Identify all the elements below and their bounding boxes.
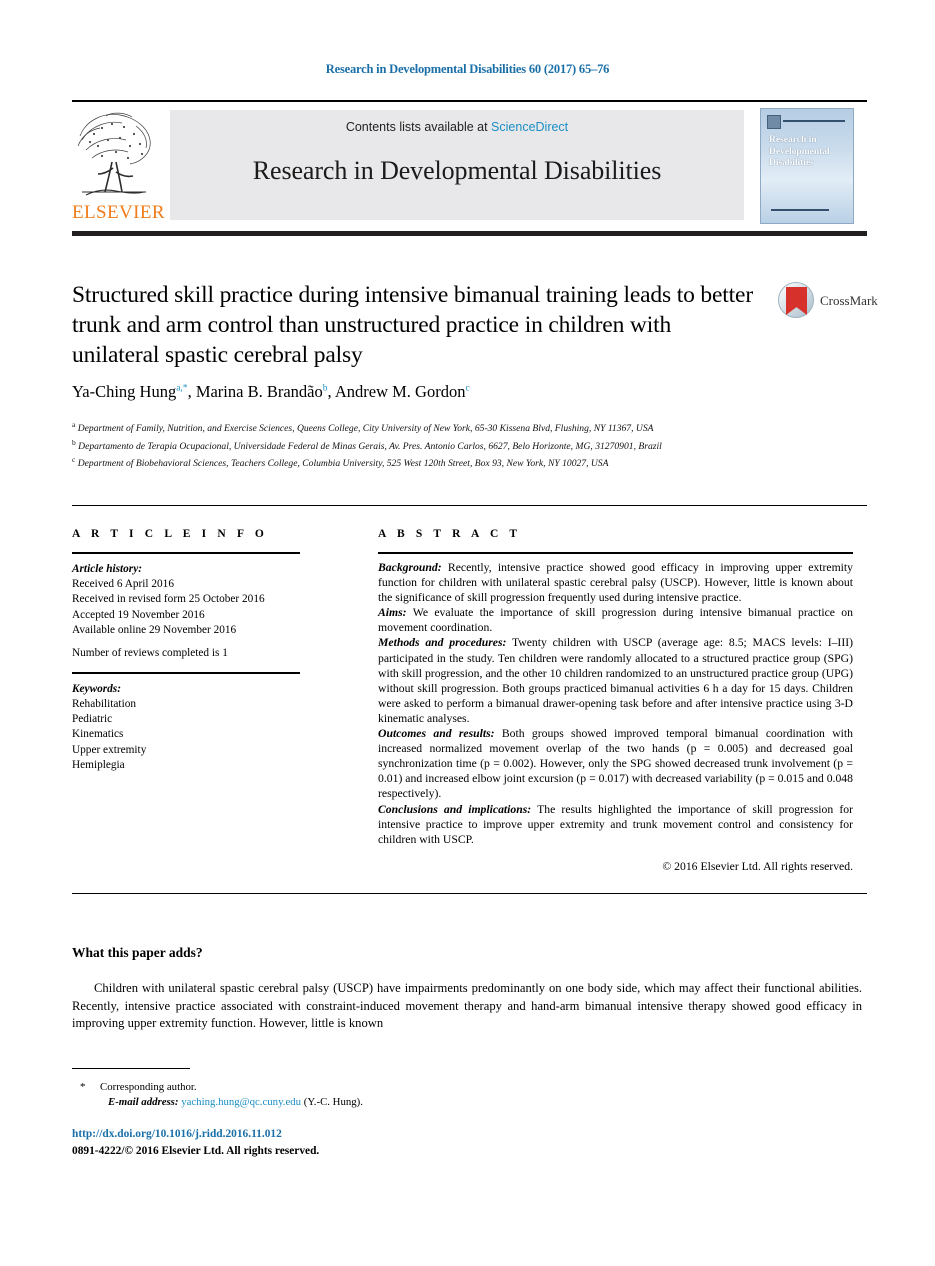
email-address-label: E-mail address: bbox=[108, 1096, 179, 1108]
crossmark-bookmark-shape bbox=[786, 287, 807, 315]
cover-top-rule bbox=[783, 120, 845, 122]
crossmark-label: CrossMark bbox=[820, 293, 878, 308]
affiliation-marker: c bbox=[72, 455, 76, 465]
journal-cover-thumbnail[interactable]: Research in Developmental Disabilities bbox=[760, 108, 854, 224]
elsevier-logo: ELSEVIER bbox=[72, 106, 165, 224]
article-info-underline bbox=[72, 552, 300, 554]
affiliation-row: a Department of Family, Nutrition, and E… bbox=[72, 418, 862, 436]
affiliation-marker: b bbox=[72, 437, 76, 447]
footnote-rule bbox=[72, 1068, 190, 1070]
affiliation-text: Department of Family, Nutrition, and Exe… bbox=[77, 423, 654, 435]
paper-page: Research in Developmental Disabilities 6… bbox=[0, 0, 935, 1266]
email-address-link[interactable]: yaching.hung@qc.cuny.edu bbox=[181, 1096, 301, 1108]
affiliation-text: Departamento de Terapia Ocupacional, Uni… bbox=[78, 440, 662, 452]
abstract-methods-label: Methods and procedures: bbox=[378, 636, 507, 650]
article-history-revised: Received in revised form 25 October 2016 bbox=[72, 593, 265, 606]
email-owner: (Y.-C. Hung). bbox=[303, 1096, 363, 1108]
keywords-divider bbox=[72, 672, 300, 674]
doi-link[interactable]: http://dx.doi.org/10.1016/j.ridd.2016.11… bbox=[72, 1128, 282, 1140]
abstract-methods-text: Twenty children with USCP (average age: … bbox=[378, 636, 854, 725]
cover-title-text: Research in Developmental Disabilities bbox=[769, 135, 830, 168]
crossmark-icon bbox=[778, 282, 814, 318]
keyword-item: Rehabilitation bbox=[72, 698, 137, 711]
what-this-paper-adds-body: Children with unilateral spastic cerebra… bbox=[72, 981, 862, 1031]
abstract-conclusions-label: Conclusions and implications: bbox=[378, 802, 532, 816]
article-history-online: Available online 29 November 2016 bbox=[72, 623, 237, 636]
affiliation-row: c Department of Biobehavioral Sciences, … bbox=[72, 453, 862, 471]
abstract-methods-paragraph: Methods and procedures: Twenty children … bbox=[378, 635, 853, 726]
affiliation-row: b Departamento de Terapia Ocupacional, U… bbox=[72, 436, 862, 454]
abstract-conclusions-paragraph: Conclusions and implications: The result… bbox=[378, 802, 853, 847]
abstract-aims-paragraph: Aims: We evaluate the importance of skil… bbox=[378, 605, 853, 635]
page-title: Structured skill practice during intensi… bbox=[72, 282, 754, 368]
abstract-body: Background: Recently, intensive practice… bbox=[378, 560, 853, 847]
corresponding-author-label: Corresponding author. bbox=[100, 1081, 197, 1093]
article-info-heading: A R T I C L E I N F O bbox=[72, 528, 268, 540]
affiliation-marker: a bbox=[72, 420, 76, 429]
article-info-column: Article history: Received 6 April 2016 R… bbox=[72, 562, 312, 773]
sciencedirect-link[interactable]: ScienceDirect bbox=[491, 120, 568, 134]
abstract-aims-text: We evaluate the importance of skill prog… bbox=[378, 606, 853, 635]
affiliation-list: a Department of Family, Nutrition, and E… bbox=[72, 418, 862, 471]
abstract-underline bbox=[378, 552, 853, 554]
info-abstract-bottom-rule bbox=[72, 893, 867, 895]
issn-copyright-line: 0891-4222/© 2016 Elsevier Ltd. All right… bbox=[72, 1145, 320, 1157]
what-this-paper-adds-heading: What this paper adds? bbox=[72, 945, 203, 960]
abstract-background-text: Recently, intensive practice showed good… bbox=[378, 561, 853, 605]
article-history-received: Received 6 April 2016 bbox=[72, 578, 174, 591]
elsevier-tree-icon bbox=[77, 112, 151, 196]
abstract-outcomes-label: Outcomes and results: bbox=[378, 727, 495, 741]
keyword-item: Pediatric bbox=[72, 713, 113, 726]
keyword-item: Hemiplegia bbox=[72, 758, 125, 771]
elsevier-wordmark: ELSEVIER bbox=[72, 202, 165, 223]
author-list: Ya-Ching Hunga,*, Marina B. Brandãob, An… bbox=[72, 382, 470, 401]
contents-available-line: Contents lists available at ScienceDirec… bbox=[170, 120, 744, 134]
article-history-accepted: Accepted 19 November 2016 bbox=[72, 608, 205, 621]
affiliation-text: Department of Biobehavioral Sciences, Te… bbox=[77, 458, 609, 470]
cover-bottom-rule bbox=[771, 209, 829, 211]
email-line: E-mail address: yaching.hung@qc.cuny.edu… bbox=[108, 1095, 680, 1110]
cover-emblem-icon bbox=[767, 115, 781, 129]
running-head: Research in Developmental Disabilities 6… bbox=[325, 62, 610, 76]
abstract-copyright: © 2016 Elsevier Ltd. All rights reserved… bbox=[662, 860, 853, 873]
abstract-heading: A B S T R A C T bbox=[378, 528, 522, 540]
keyword-item: Kinematics bbox=[72, 728, 124, 741]
corresponding-author-note: * Corresponding author. E-mail address: … bbox=[80, 1080, 680, 1110]
abstract-background-paragraph: Background: Recently, intensive practice… bbox=[378, 560, 853, 605]
masthead-panel: Contents lists available at ScienceDirec… bbox=[170, 110, 744, 220]
reviews-completed-note: Number of reviews completed is 1 bbox=[72, 647, 228, 660]
masthead-bottom-rule bbox=[72, 231, 867, 236]
keyword-item: Upper extremity bbox=[72, 743, 147, 756]
abstract-outcomes-paragraph: Outcomes and results: Both groups showed… bbox=[378, 726, 853, 801]
contents-prefix: Contents lists available at bbox=[345, 120, 492, 134]
abstract-aims-label: Aims: bbox=[378, 606, 407, 620]
masthead-top-rule bbox=[72, 100, 867, 103]
journal-title: Research in Developmental Disabilities bbox=[252, 156, 662, 185]
info-abstract-top-rule bbox=[72, 505, 867, 507]
crossmark-badge[interactable]: CrossMark bbox=[778, 282, 878, 322]
abstract-background-label: Background: bbox=[378, 561, 442, 574]
article-history-label: Article history: bbox=[72, 563, 142, 575]
asterisk-icon: * bbox=[80, 1081, 86, 1093]
keywords-label: Keywords: bbox=[72, 682, 121, 695]
